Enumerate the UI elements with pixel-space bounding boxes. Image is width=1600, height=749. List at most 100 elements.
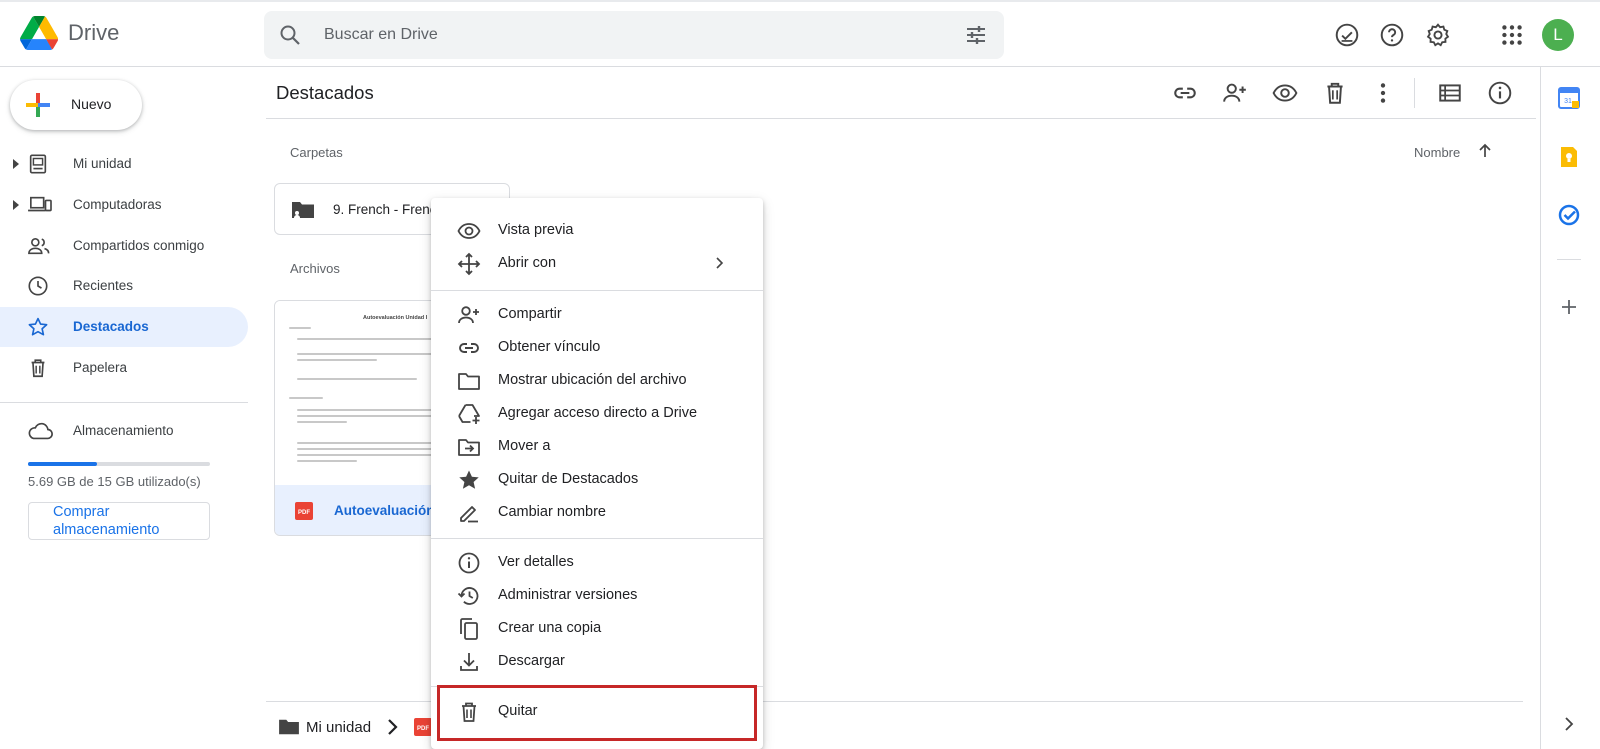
- sidebar-item-starred[interactable]: Destacados: [0, 307, 248, 347]
- menu-separator: [431, 290, 763, 291]
- shared-folder-icon: [292, 202, 314, 218]
- eye-icon[interactable]: [1272, 80, 1298, 106]
- sidebar-item-label: Papelera: [73, 360, 128, 375]
- svg-text:PDF: PDF: [298, 510, 310, 516]
- menu-item-download[interactable]: Descargar: [431, 645, 763, 678]
- trash-icon: [31, 359, 45, 378]
- storage-label[interactable]: Almacenamiento: [73, 423, 174, 438]
- menu-item-label: Quitar de Destacados: [498, 471, 639, 487]
- help-icon[interactable]: [1379, 22, 1405, 48]
- menu-item-share[interactable]: Compartir: [431, 298, 763, 331]
- menu-item-label: Abrir con: [498, 255, 557, 271]
- side-panel-separator: [1557, 259, 1581, 260]
- toolbar-divider-line: [266, 118, 1536, 119]
- menu-item-label: Ver detalles: [498, 554, 574, 570]
- menu-item-move-to[interactable]: Mover a: [431, 430, 763, 463]
- buy-storage-button[interactable]: Comprar almacenamiento: [28, 502, 210, 540]
- offline-status-icon[interactable]: [1334, 22, 1360, 48]
- search-icon[interactable]: [278, 23, 302, 47]
- sidebar-item-label: Computadoras: [73, 197, 162, 212]
- pdf-icon: PDF: [295, 502, 313, 520]
- side-panel-divider: [1540, 67, 1541, 749]
- add-icon[interactable]: [1558, 296, 1580, 318]
- cloud-icon: [28, 422, 53, 440]
- computers-icon: [28, 196, 52, 212]
- info-icon: [458, 552, 480, 574]
- folder-name: 9. French - French: [333, 202, 445, 217]
- sidebar-item-label: Mi unidad: [73, 156, 132, 171]
- apps-grid-icon[interactable]: [1499, 22, 1525, 48]
- menu-item-show-location[interactable]: Mostrar ubicación del archivo: [431, 364, 763, 397]
- pdf-icon: PDF: [414, 718, 432, 736]
- folder-icon: [458, 373, 480, 390]
- top-bar: Drive Buscar en Drive L: [0, 0, 1600, 67]
- svg-text:PDF: PDF: [417, 726, 429, 732]
- search-bar[interactable]: Buscar en Drive: [264, 11, 1004, 59]
- highlight-box: [437, 685, 757, 741]
- menu-item-label: Mover a: [498, 438, 551, 454]
- menu-item-rename[interactable]: Cambiar nombre: [431, 496, 763, 529]
- menu-item-label: Mostrar ubicación del archivo: [498, 372, 687, 388]
- link-icon: [459, 343, 479, 353]
- trash-icon[interactable]: [1322, 80, 1348, 106]
- menu-item-preview[interactable]: Vista previa: [431, 214, 763, 247]
- person-add-icon[interactable]: [1222, 80, 1248, 106]
- list-view-icon[interactable]: [1437, 80, 1463, 106]
- new-button[interactable]: Nuevo: [10, 80, 142, 130]
- chevron-right-icon[interactable]: [1558, 713, 1580, 735]
- menu-item-label: Vista previa: [498, 222, 574, 238]
- search-input[interactable]: Buscar en Drive: [324, 26, 438, 44]
- sidebar-item-trash[interactable]: Papelera: [0, 348, 248, 388]
- menu-item-unstar[interactable]: Quitar de Destacados: [431, 463, 763, 496]
- open-with-icon: [457, 252, 481, 276]
- star-icon: [28, 317, 48, 336]
- menu-item-add-shortcut[interactable]: Agregar acceso directo a Drive: [431, 397, 763, 430]
- storage-bar: [28, 462, 210, 466]
- menu-item-label: Administrar versiones: [498, 587, 638, 603]
- sort-by-name-button[interactable]: Nombre: [1414, 145, 1460, 160]
- info-icon[interactable]: [1487, 80, 1513, 106]
- link-icon[interactable]: [1172, 80, 1198, 106]
- menu-item-label: Descargar: [498, 653, 565, 669]
- download-icon: [460, 653, 478, 671]
- calendar-icon[interactable]: 31: [1558, 87, 1580, 109]
- tasks-icon[interactable]: [1558, 204, 1580, 226]
- expand-arrow-icon[interactable]: [12, 200, 20, 210]
- menu-item-make-copy[interactable]: Crear una copia: [431, 612, 763, 645]
- avatar[interactable]: L: [1542, 19, 1574, 51]
- svg-text:31: 31: [1564, 98, 1572, 105]
- shared-icon: [28, 238, 50, 255]
- sidebar-item-recent[interactable]: Recientes: [0, 266, 248, 306]
- menu-item-label: Compartir: [498, 306, 562, 322]
- copy-icon: [460, 618, 478, 640]
- rename-icon: [460, 506, 478, 523]
- files-section-label: Archivos: [290, 261, 340, 276]
- keep-icon[interactable]: [1558, 146, 1580, 168]
- toolbar-divider: [1414, 78, 1415, 108]
- sidebar-item-my-drive[interactable]: Mi unidad: [0, 144, 248, 184]
- sidebar-item-label: Destacados: [73, 319, 149, 334]
- clock-icon: [28, 276, 48, 296]
- sidebar-item-label: Recientes: [73, 278, 134, 293]
- sidebar-item-label: Compartidos conmigo: [73, 238, 205, 253]
- menu-item-label: Agregar acceso directo a Drive: [498, 405, 698, 421]
- drive-logo[interactable]: Drive: [20, 16, 119, 50]
- menu-item-label: Cambiar nombre: [498, 504, 606, 520]
- expand-arrow-icon[interactable]: [12, 159, 20, 169]
- more-vert-icon[interactable]: [1370, 80, 1396, 106]
- menu-item-get-link[interactable]: Obtener vínculo: [431, 331, 763, 364]
- menu-item-details[interactable]: Ver detalles: [431, 546, 763, 579]
- storage-bar-fill: [28, 462, 97, 466]
- menu-item-manage-versions[interactable]: Administrar versiones: [431, 579, 763, 612]
- eye-icon: [457, 223, 481, 239]
- move-icon: [458, 439, 480, 456]
- arrow-up-icon[interactable]: [1476, 142, 1494, 160]
- settings-icon[interactable]: [1425, 22, 1451, 48]
- breadcrumb-my-drive[interactable]: Mi unidad: [306, 719, 371, 736]
- tune-icon[interactable]: [964, 23, 988, 47]
- menu-item-open-with[interactable]: Abrir con: [431, 247, 763, 280]
- add-shortcut-icon: [458, 404, 480, 424]
- sidebar-divider: [0, 402, 248, 403]
- sidebar-item-computers[interactable]: Computadoras: [0, 185, 248, 225]
- sidebar-item-shared[interactable]: Compartidos conmigo: [0, 226, 248, 266]
